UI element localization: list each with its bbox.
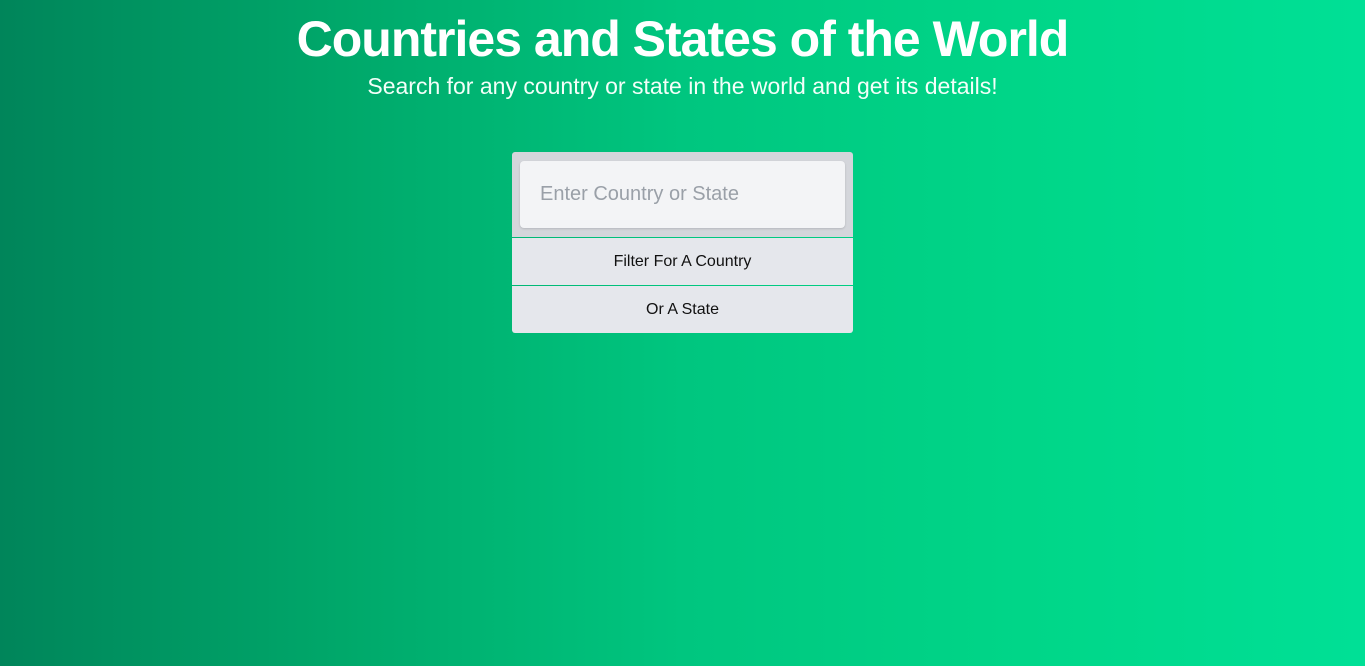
search-input-container [512,152,853,237]
filter-country-button[interactable]: Filter For A Country [512,238,853,285]
page-header: Countries and States of the World Search… [0,8,1365,102]
page-title: Countries and States of the World [296,11,1070,67]
search-input[interactable] [520,161,845,228]
filter-state-button[interactable]: Or A State [512,286,853,333]
search-card: Filter For A Country Or A State [512,152,853,334]
page-subtitle: Search for any country or state in the w… [367,73,998,99]
